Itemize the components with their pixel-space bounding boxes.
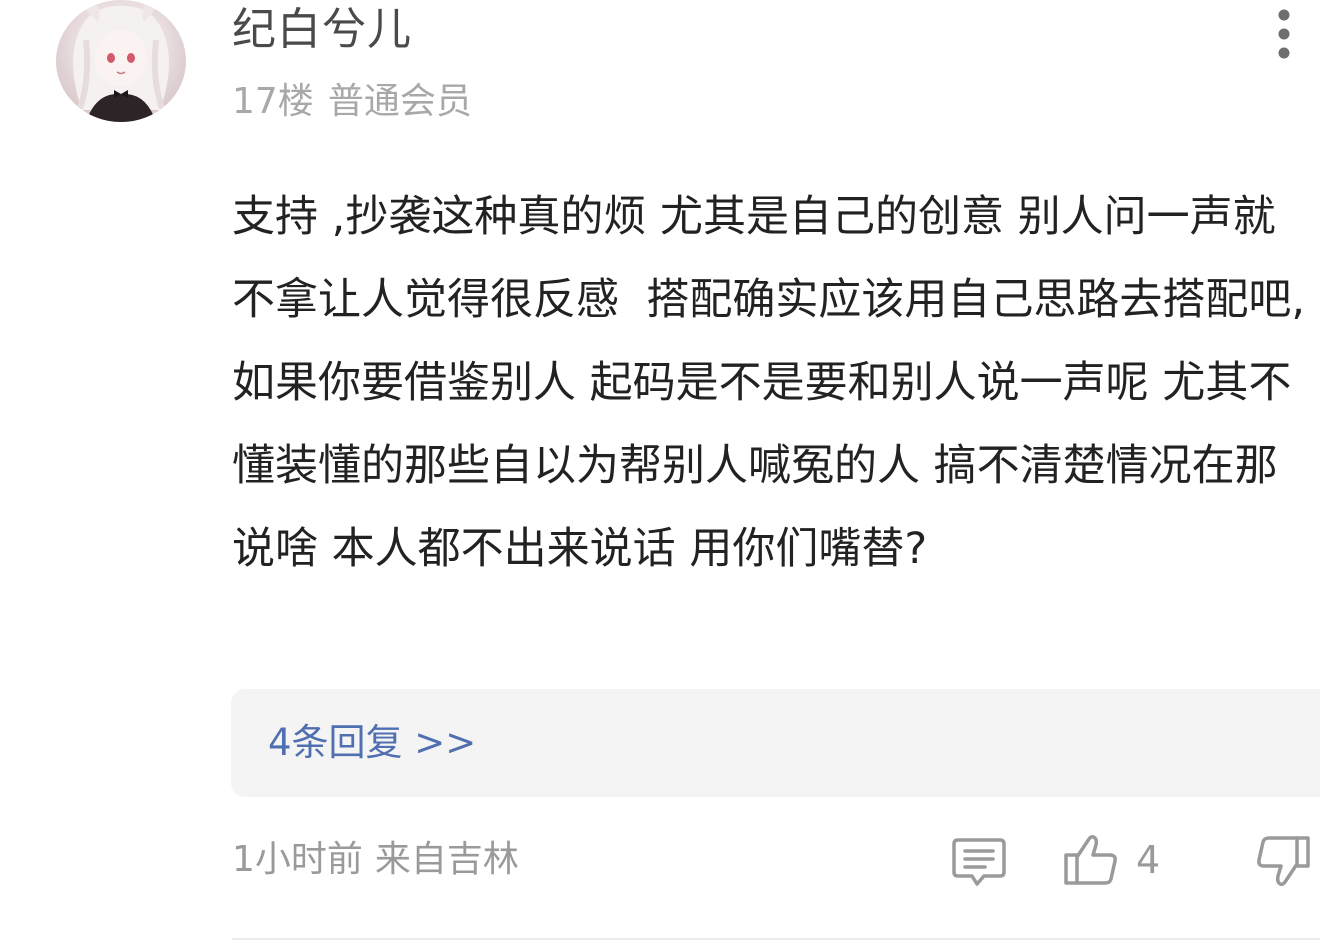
- avatar-illustration: [73, 0, 169, 122]
- username[interactable]: 纪白兮儿: [232, 2, 412, 58]
- reply-button[interactable]: [950, 834, 1008, 890]
- thumbs-down-icon: [1257, 836, 1310, 887]
- comment-time: 1小时前: [232, 839, 363, 880]
- dislike-button[interactable]: [1254, 832, 1312, 890]
- comment-text: 支持 ,抄袭这种真的烦 尤其是自己的创意 别人问一声就不拿让人觉得很反感 搭配确…: [232, 192, 1319, 574]
- user-avatar[interactable]: [56, 0, 186, 122]
- view-replies-link[interactable]: 4条回复 >>: [268, 719, 476, 767]
- more-options-button[interactable]: [1262, 6, 1306, 60]
- user-meta: 17楼 普通会员: [232, 78, 472, 126]
- more-vertical-icon: [1278, 9, 1290, 59]
- thumbs-up-icon: [1064, 834, 1117, 885]
- comment-location: 来自吉林: [374, 839, 519, 880]
- divider: [232, 938, 1320, 940]
- replies-box[interactable]: 4条回复 >>: [231, 689, 1320, 797]
- like-count: 4: [1136, 838, 1161, 882]
- comment-footer-meta: 1小时前 来自吉林: [232, 836, 519, 884]
- member-level: 普通会员: [327, 81, 472, 122]
- like-button[interactable]: 4: [1062, 830, 1160, 890]
- comment-icon: [952, 838, 1006, 886]
- floor-number: 17楼: [232, 81, 314, 122]
